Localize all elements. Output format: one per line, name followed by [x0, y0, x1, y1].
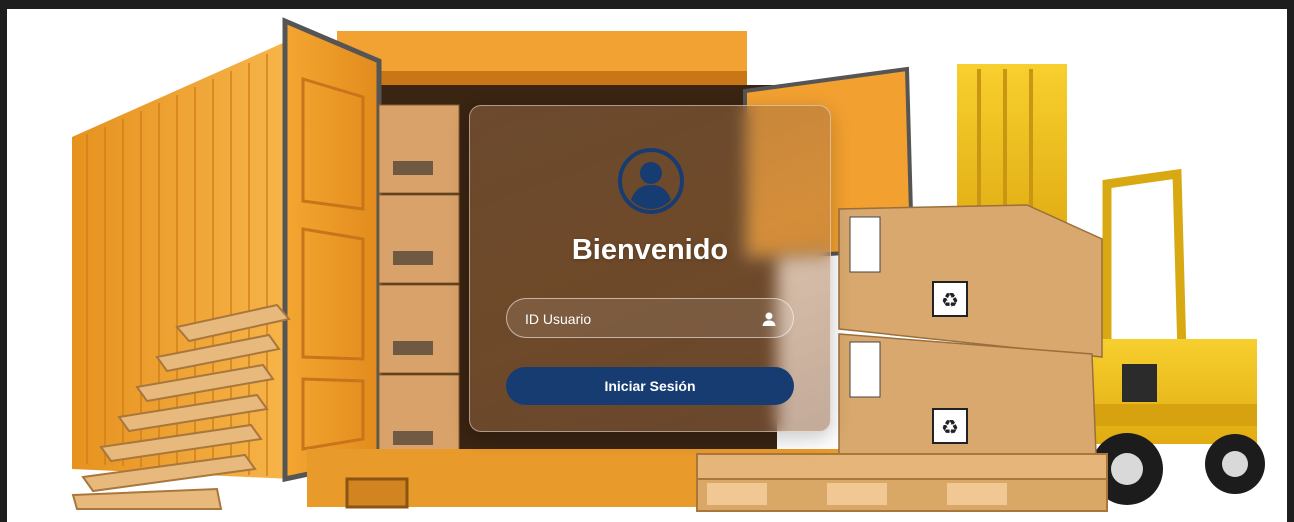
user-icon [762, 312, 776, 326]
svg-text:♻: ♻ [941, 415, 959, 439]
user-id-field[interactable] [506, 298, 794, 339]
login-card: Bienvenido Iniciar Sesión [469, 105, 831, 432]
login-button[interactable]: Iniciar Sesión [506, 367, 794, 405]
user-id-input[interactable] [523, 299, 747, 339]
svg-text:♻: ♻ [941, 288, 959, 312]
login-page: ♻ ♻ Bienvenido Iniciar Sesión [7, 9, 1287, 522]
user-circle-icon [618, 148, 684, 214]
welcome-title: Bienvenido [571, 234, 729, 266]
